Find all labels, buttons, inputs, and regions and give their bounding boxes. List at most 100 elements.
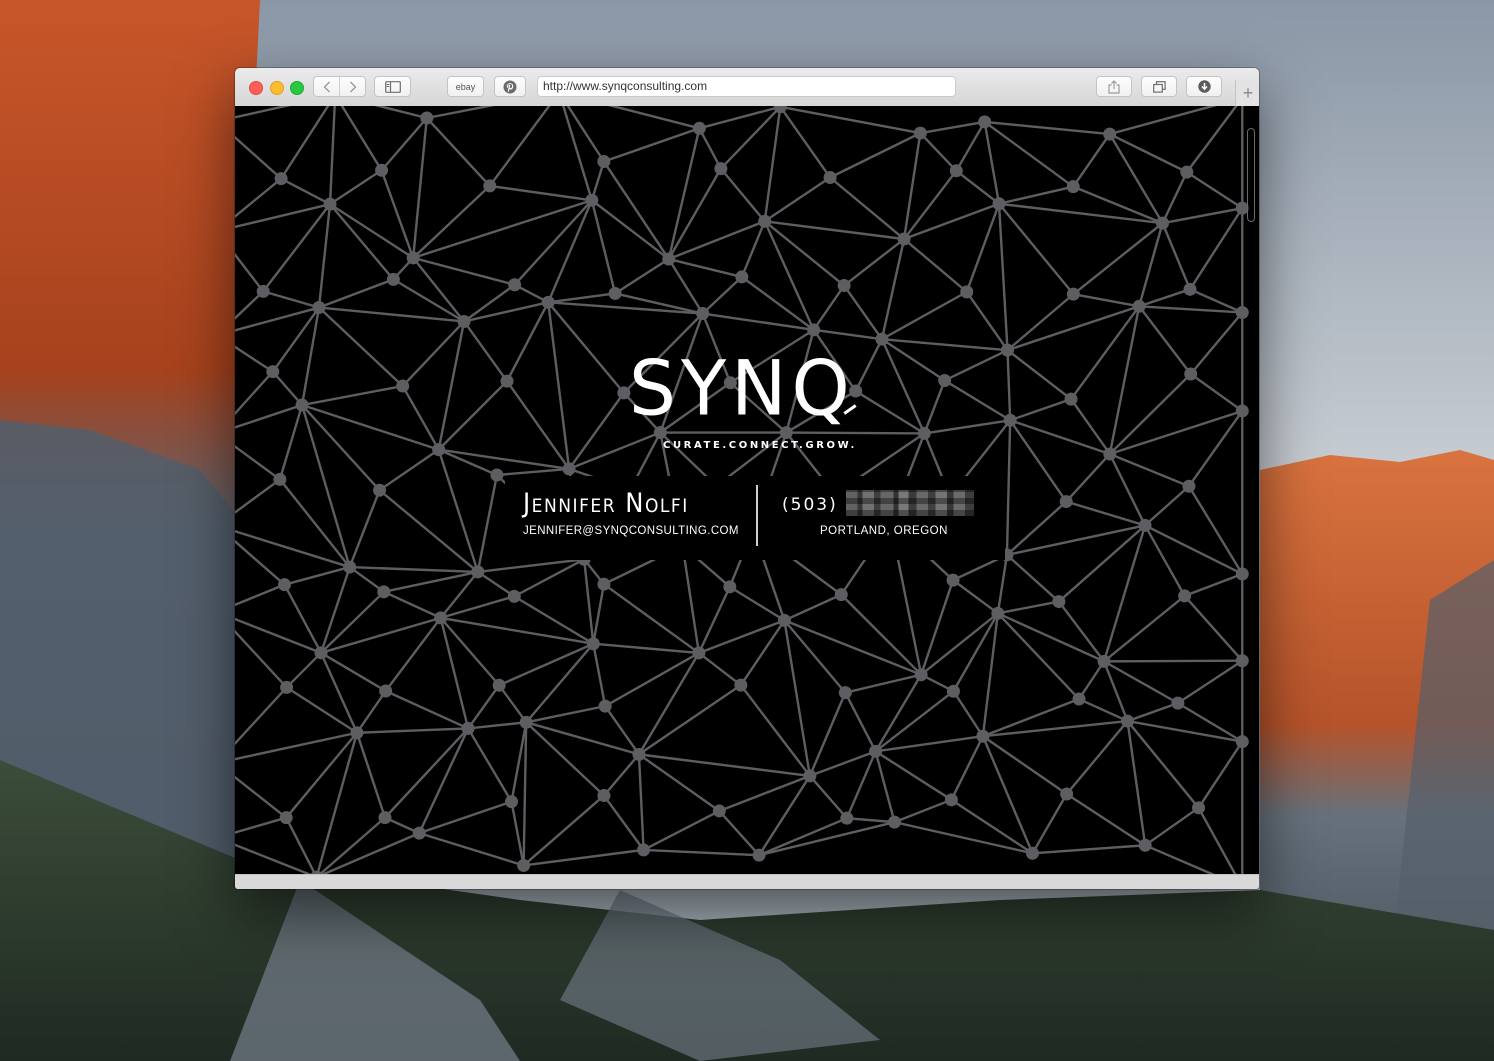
maximize-window-button[interactable] <box>290 81 304 95</box>
network-node <box>735 270 749 284</box>
network-node <box>432 443 446 457</box>
network-edge <box>764 220 905 241</box>
network-edge <box>1103 660 1179 705</box>
network-edge <box>1109 106 1218 136</box>
network-edge <box>1161 222 1192 290</box>
network-edge <box>604 651 700 708</box>
network-edge <box>1009 419 1111 456</box>
network-edge <box>356 727 469 734</box>
sidebar-icon[interactable] <box>374 76 411 97</box>
contact-divider <box>756 485 758 546</box>
network-edge <box>637 754 645 850</box>
new-tab-plus-icon[interactable]: + <box>1235 80 1259 107</box>
network-node <box>378 811 392 825</box>
network-node <box>978 115 992 129</box>
network-edge <box>562 106 593 201</box>
network-node <box>944 793 958 807</box>
ebay-favorite[interactable]: ebay <box>447 76 484 97</box>
close-window-button[interactable] <box>249 81 263 95</box>
network-edge <box>318 816 386 874</box>
network-node <box>869 744 883 758</box>
web-page: SYNQ CURATE.CONNECT.GROW. Jennifer Nolfi… <box>235 106 1259 874</box>
share-icon[interactable] <box>1096 76 1132 97</box>
network-node <box>1180 165 1194 179</box>
network-edge <box>845 673 922 694</box>
network-node <box>1183 282 1197 296</box>
network-edge <box>235 816 287 834</box>
network-edge <box>924 419 1011 435</box>
network-edge <box>547 199 593 303</box>
network-edge <box>1073 292 1140 308</box>
minimize-window-button[interactable] <box>270 81 284 95</box>
network-node <box>350 726 364 740</box>
network-node <box>492 678 506 692</box>
network-edge <box>283 584 323 654</box>
network-edge <box>983 120 1074 188</box>
network-edge <box>1137 222 1164 307</box>
network-node <box>375 163 389 177</box>
network-edge <box>1177 659 1243 705</box>
network-edge <box>317 204 332 308</box>
network-edge <box>489 184 593 202</box>
network-edge <box>698 652 742 687</box>
tabs-icon[interactable] <box>1141 76 1177 97</box>
network-node <box>914 668 928 682</box>
back-icon[interactable] <box>314 77 340 96</box>
network-node <box>343 560 357 574</box>
network-edge <box>1186 171 1243 210</box>
forward-icon[interactable] <box>340 77 365 96</box>
vertical-scrollbar[interactable] <box>1247 128 1255 222</box>
pinterest-icon[interactable] <box>494 76 526 97</box>
network-edge <box>1104 659 1243 663</box>
network-edge <box>262 290 320 309</box>
network-edge <box>1072 222 1164 296</box>
network-edge <box>1187 410 1244 487</box>
network-edge <box>808 775 848 819</box>
browser-toolbar: ebay http://www.synqconsulting.com + <box>235 68 1259 107</box>
network-edge <box>522 794 605 867</box>
network-edge <box>378 489 479 573</box>
network-edge <box>280 106 330 180</box>
network-edge <box>881 290 968 341</box>
network-edge <box>1184 572 1243 598</box>
address-bar[interactable]: http://www.synqconsulting.com <box>537 76 956 97</box>
network-edge <box>667 168 722 260</box>
network-edge <box>437 321 466 450</box>
network-edge <box>981 613 1000 737</box>
network-edge <box>1144 485 1190 527</box>
network-edge <box>764 176 831 223</box>
network-node <box>396 379 410 393</box>
tagline: CURATE.CONNECT.GROW. <box>663 440 857 451</box>
network-edge <box>235 775 287 819</box>
network-edge <box>902 132 922 240</box>
network-edge <box>235 731 358 761</box>
network-node <box>637 843 651 857</box>
network-edge <box>1066 793 1146 847</box>
network-edge <box>1197 807 1237 874</box>
network-node <box>1066 287 1080 301</box>
network-node <box>312 301 326 315</box>
network-node <box>1003 413 1017 427</box>
contact-email-link[interactable]: JENNIFER@SYNQCONSULTING.COM <box>523 525 743 537</box>
network-node <box>723 580 737 594</box>
network-node <box>1138 838 1152 852</box>
network-node <box>838 686 852 700</box>
network-edge <box>1058 524 1146 603</box>
download-icon[interactable] <box>1186 76 1222 97</box>
network-node <box>992 197 1006 211</box>
network-edge <box>602 794 645 851</box>
network-node <box>1235 404 1249 418</box>
network-edge <box>437 380 508 451</box>
network-edge <box>996 612 1080 700</box>
network-node <box>949 164 963 178</box>
network-node <box>1182 479 1196 493</box>
network-node <box>1060 787 1074 801</box>
network-edge <box>1065 453 1111 503</box>
network-edge <box>316 732 359 874</box>
network-node <box>434 611 448 625</box>
network-node <box>314 646 328 660</box>
network-edge <box>235 686 288 746</box>
network-edge <box>378 448 440 492</box>
network-node <box>1064 392 1078 406</box>
network-edge <box>280 177 331 206</box>
